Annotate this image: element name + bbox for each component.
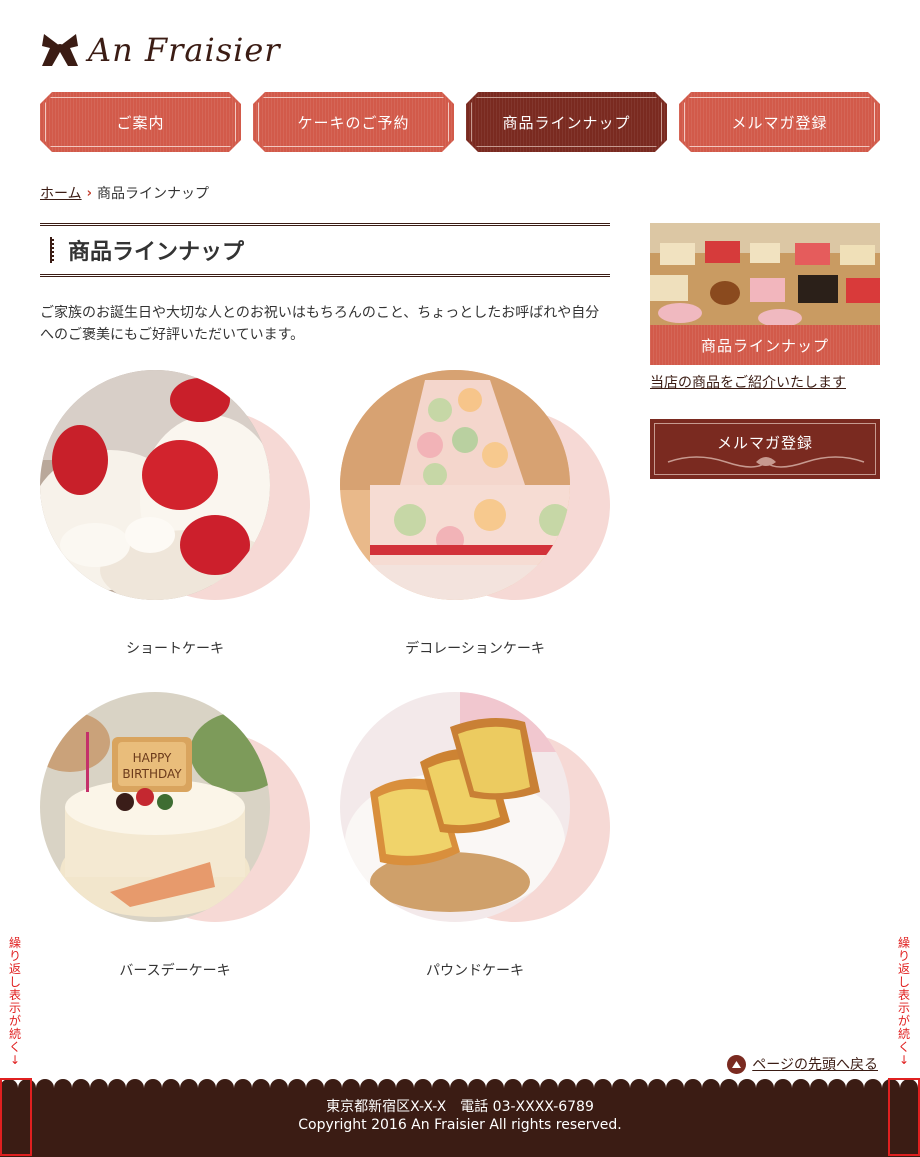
sidebar-newsletter-button[interactable]: メルマガ登録: [650, 419, 880, 479]
back-to-top-link[interactable]: ページの先頭へ戻る: [727, 1054, 878, 1074]
banner-label: 商品ラインナップ: [650, 325, 880, 365]
main-nav: ご案内 ケーキのご予約 商品ラインナップ メルマガ登録: [40, 92, 880, 152]
nav-item-newsletter[interactable]: メルマガ登録: [679, 92, 880, 152]
product-image: [340, 692, 570, 922]
product-name: パウンドケーキ: [426, 963, 524, 979]
chevron-right-icon: ›: [86, 185, 92, 201]
svg-text:HAPPY: HAPPY: [133, 751, 172, 765]
footer-address: 東京都新宿区X-X-X 電話 03-XXXX-6789: [326, 1099, 594, 1115]
page-title: 商品ラインナップ: [68, 240, 245, 265]
product-image: [340, 370, 570, 600]
heading-bar: [50, 237, 54, 263]
annotation-text: 繰り返し表示が続く: [8, 936, 21, 1054]
product-name: ショートケーキ: [126, 641, 224, 657]
arrow-up-icon: [727, 1054, 747, 1074]
arrow-down-icon: ↓: [898, 1053, 910, 1067]
product-card[interactable]: ショートケーキ: [40, 370, 310, 670]
breadcrumb: ホーム › 商品ラインナップ: [40, 183, 209, 203]
nav-item-lineup[interactable]: 商品ラインナップ: [466, 92, 667, 152]
nav-item-guide[interactable]: ご案内: [40, 92, 241, 152]
product-name: デコレーションケーキ: [405, 641, 545, 657]
annotation-text: 繰り返し表示が続く: [897, 936, 910, 1054]
nav-item-label: ケーキのご予約: [297, 113, 410, 132]
arrow-down-icon: ↓: [9, 1053, 21, 1067]
product-name: バースデーケーキ: [119, 963, 231, 979]
product-card[interactable]: パウンドケーキ: [340, 692, 610, 992]
product-image: HAPPY BIRTHDAY: [40, 692, 270, 922]
repeat-annotation-left: 繰り返し表示が続く ↓: [7, 937, 23, 1067]
nav-item-label: 商品ラインナップ: [502, 113, 631, 132]
svg-text:BIRTHDAY: BIRTHDAY: [122, 767, 182, 781]
repeat-marker-left: [0, 1078, 32, 1156]
nav-item-label: メルマガ登録: [731, 113, 828, 132]
nav-item-reservation[interactable]: ケーキのご予約: [253, 92, 454, 152]
product-card[interactable]: HAPPY BIRTHDAY バースデーケーキ: [40, 692, 310, 992]
nav-item-label: ご案内: [116, 113, 165, 132]
breadcrumb-current: 商品ラインナップ: [96, 186, 209, 202]
footer: 東京都新宿区X-X-X 電話 03-XXXX-6789 Copyright 20…: [0, 1088, 920, 1157]
breadcrumb-home-link[interactable]: ホーム: [40, 183, 82, 203]
ornament-icon: [667, 456, 865, 468]
sidebar-products-link[interactable]: 当店の商品をご紹介いたします: [650, 372, 846, 392]
intro-text: ご家族のお誕生日や大切な人とのお祝いはもちろんのこと、ちょっとしたお呼ばれや自分…: [40, 305, 600, 343]
repeat-annotation-right: 繰り返し表示が続く ↓: [896, 937, 912, 1067]
page-title-box: 商品ラインナップ: [40, 223, 610, 277]
product-card[interactable]: デコレーションケーキ: [340, 370, 610, 670]
banner-image: [650, 223, 880, 325]
back-to-top-label: ページの先頭へ戻る: [752, 1057, 878, 1073]
footer-copyright: Copyright 2016 An Fraisier All rights re…: [298, 1117, 622, 1133]
repeat-marker-right: [888, 1078, 920, 1156]
logo[interactable]: An Fraisier: [40, 30, 281, 70]
product-image: [40, 370, 270, 600]
sidebar-lineup-banner[interactable]: 商品ラインナップ: [650, 223, 880, 365]
logo-text: An Fraisier: [88, 31, 281, 69]
ribbon-bow-icon: [42, 34, 78, 66]
